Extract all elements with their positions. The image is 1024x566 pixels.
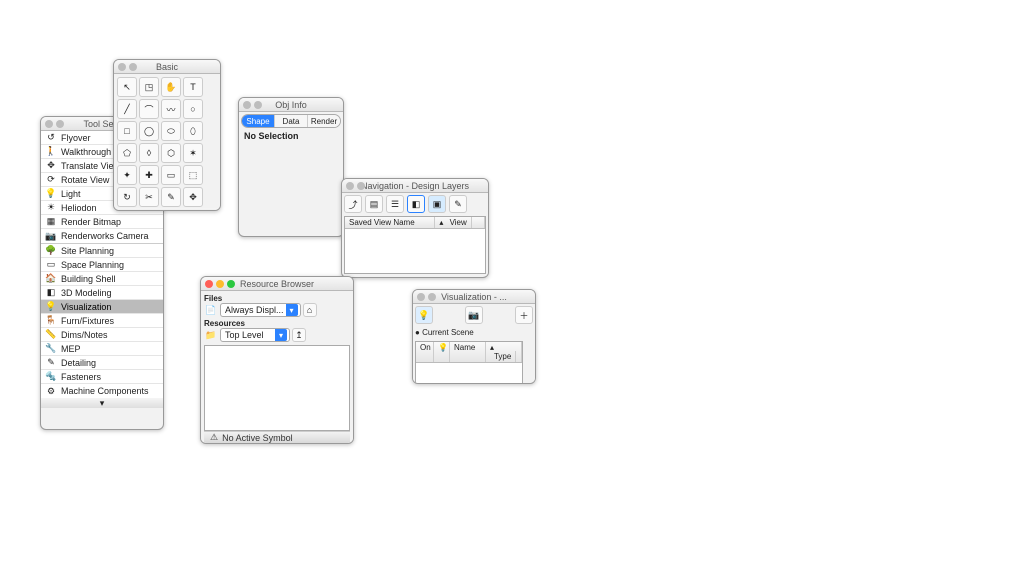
light-icon: 💡 xyxy=(45,188,57,200)
basic-palette[interactable]: Basic ↖◳✋T╱⌒〰○□◯⬭⬯⬠◊⬡✶✦✚▭⬚↻✂✎✥ ▾ xyxy=(113,59,221,211)
basic-tool-16[interactable]: ✦ xyxy=(117,165,137,185)
eye-icon: 💡 xyxy=(45,301,57,313)
tool-cat-eye[interactable]: 💡Visualization xyxy=(41,300,163,314)
basic-tool-11[interactable]: ⬯ xyxy=(183,121,203,141)
rotate-icon: ⟳ xyxy=(45,174,57,186)
tab-data[interactable]: Data xyxy=(274,115,307,127)
mach-icon: ⚙ xyxy=(45,385,57,397)
basic-tool-20[interactable]: ↻ xyxy=(117,187,137,207)
basic-tool-17[interactable]: ✚ xyxy=(139,165,159,185)
warning-icon: ⚠ xyxy=(210,432,218,443)
tool-cat-dims[interactable]: 📏Dims/Notes xyxy=(41,328,163,342)
translate-icon: ✥ xyxy=(45,160,57,172)
visualization-palette[interactable]: Visualization - ... 💡 📷 ＋ ● Current Scen… xyxy=(412,289,536,384)
tab-shape[interactable]: Shape xyxy=(242,115,274,127)
basic-tool-18[interactable]: ▭ xyxy=(161,165,181,185)
basic-tool-15[interactable]: ✶ xyxy=(183,143,203,163)
shell-icon: 🏠 xyxy=(45,273,57,285)
tool-cat-site[interactable]: 🌳Site Planning xyxy=(41,244,163,258)
col-view[interactable]: View xyxy=(446,217,472,228)
tool-cat-cube[interactable]: ◧3D Modeling xyxy=(41,286,163,300)
basic-tool-7[interactable]: ○ xyxy=(183,99,203,119)
tool-cat-fast[interactable]: 🔩Fasteners xyxy=(41,370,163,384)
col-name[interactable]: Name xyxy=(450,342,486,362)
nav-toolbar[interactable]: ⤴ ▤ ☰ ◧ ▣ ✎ xyxy=(344,195,486,213)
mep-icon: 🔧 xyxy=(45,343,57,355)
obj-info-tabs[interactable]: Shape Data Render xyxy=(241,114,341,128)
files-label: Files xyxy=(204,294,350,303)
basic-tool-14[interactable]: ⬡ xyxy=(161,143,181,163)
fast-icon: 🔩 xyxy=(45,371,57,383)
furn-icon: 🪑 xyxy=(45,315,57,327)
tool-cat-furn[interactable]: 🪑Furn/Fixtures xyxy=(41,314,163,328)
add-icon[interactable]: ＋ xyxy=(515,306,533,324)
dims-icon: 📏 xyxy=(45,329,57,341)
folder-icon: 📁 xyxy=(204,328,218,342)
no-active-symbol: No Active Symbol xyxy=(222,433,293,443)
basic-tool-4[interactable]: ╱ xyxy=(117,99,137,119)
basic-tool-10[interactable]: ⬭ xyxy=(161,121,181,141)
flyover-icon: ↺ xyxy=(45,132,57,144)
tool-cat-mach[interactable]: ⚙Machine Components xyxy=(41,384,163,398)
basic-tool-3[interactable]: T xyxy=(183,77,203,97)
tool-cat-mep[interactable]: 🔧MEP xyxy=(41,342,163,356)
camera-icon: 📷 xyxy=(45,230,57,242)
classes-icon[interactable]: ◧ xyxy=(407,195,425,213)
current-scene: Current Scene xyxy=(422,328,474,337)
basic-tool-9[interactable]: ◯ xyxy=(139,121,159,141)
basic-tool-5[interactable]: ⌒ xyxy=(139,99,159,119)
home-icon[interactable]: ⌂ xyxy=(303,303,317,317)
obj-info-palette[interactable]: Obj Info Shape Data Render No Selection xyxy=(238,97,344,237)
sun-icon: ☀ xyxy=(45,202,57,214)
tab-render[interactable]: Render xyxy=(307,115,340,127)
basic-tool-grid[interactable]: ↖◳✋T ╱⌒〰○ □◯⬭⬯ ⬠◊⬡✶ ✦✚▭⬚ ↻✂✎✥ xyxy=(116,76,204,208)
basic-tool-13[interactable]: ◊ xyxy=(139,143,159,163)
walk-icon: 🚶 xyxy=(45,146,57,158)
sheet-icon[interactable]: ▤ xyxy=(365,195,383,213)
col-on[interactable]: On xyxy=(416,342,434,362)
basic-tool-1[interactable]: ◳ xyxy=(139,77,159,97)
basic-tool-2[interactable]: ✋ xyxy=(161,77,181,97)
obj-info-empty: No Selection xyxy=(241,128,341,144)
camera-icon[interactable]: 📷 xyxy=(465,306,483,324)
resources-select[interactable]: Top Level xyxy=(220,328,290,342)
col-bulb[interactable]: 💡 xyxy=(434,342,450,362)
basic-tool-8[interactable]: □ xyxy=(117,121,137,141)
cube-icon: ◧ xyxy=(45,287,57,299)
basic-tool-23[interactable]: ✥ xyxy=(183,187,203,207)
basic-tool-12[interactable]: ⬠ xyxy=(117,143,137,163)
layers-icon[interactable]: ☰ xyxy=(386,195,404,213)
nav-design-layers-palette[interactable]: Navigation - Design Layers ⤴ ▤ ☰ ◧ ▣ ✎ S… xyxy=(341,178,489,278)
basic-tool-0[interactable]: ↖ xyxy=(117,77,137,97)
site-icon: 🌳 xyxy=(45,245,57,257)
col-saved-view[interactable]: Saved View Name xyxy=(345,217,435,228)
folder-up-icon[interactable]: ↥ xyxy=(292,328,306,342)
tool-cat-space[interactable]: ▭Space Planning xyxy=(41,258,163,272)
basic-tool-22[interactable]: ✎ xyxy=(161,187,181,207)
detail-icon: ✎ xyxy=(45,357,57,369)
tool-item-camera[interactable]: 📷Renderworks Camera xyxy=(41,229,163,243)
basic-tool-19[interactable]: ⬚ xyxy=(183,165,203,185)
files-select[interactable]: Always Displ... xyxy=(220,303,301,317)
col-type[interactable]: Type xyxy=(490,351,516,362)
tool-cat-detail[interactable]: ✎Detailing xyxy=(41,356,163,370)
basic-tool-6[interactable]: 〰 xyxy=(161,99,181,119)
tool-cat-shell[interactable]: 🏠Building Shell xyxy=(41,272,163,286)
views-icon[interactable]: ▣ xyxy=(428,195,446,213)
resources-label: Resources xyxy=(204,319,350,328)
share-icon[interactable]: ⤴ xyxy=(344,195,362,213)
new-icon[interactable]: ✎ xyxy=(449,195,467,213)
space-icon: ▭ xyxy=(45,259,57,271)
doc-icon: 📄 xyxy=(204,303,218,317)
resource-browser-palette[interactable]: Resource Browser Files 📄 Always Displ...… xyxy=(200,276,354,444)
bitmap-icon: ▦ xyxy=(45,216,57,228)
basic-tool-21[interactable]: ✂ xyxy=(139,187,159,207)
light-icon[interactable]: 💡 xyxy=(415,306,433,324)
tool-item-bitmap[interactable]: ▦Render Bitmap xyxy=(41,215,163,229)
